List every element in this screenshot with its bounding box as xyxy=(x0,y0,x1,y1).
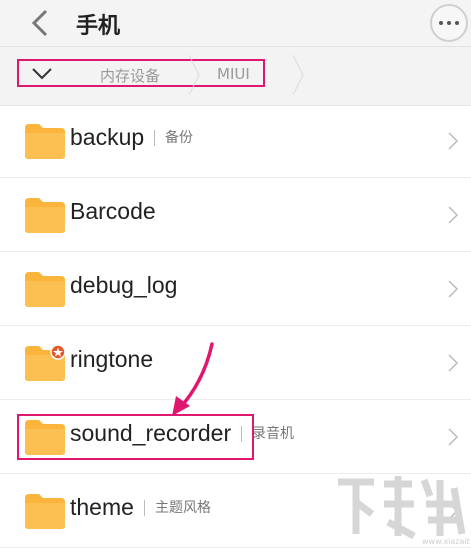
folder-icon xyxy=(25,198,65,233)
breadcrumb-item-miui[interactable]: MIUI xyxy=(217,65,250,83)
chevron-down-icon[interactable] xyxy=(31,67,53,81)
folder-icon xyxy=(25,272,65,307)
file-name: debug_log xyxy=(70,272,178,298)
breadcrumb-separator xyxy=(188,55,200,95)
breadcrumb-separator xyxy=(292,55,304,95)
file-row[interactable]: ringtone xyxy=(0,328,471,400)
file-row[interactable]: debug_log xyxy=(0,254,471,326)
watermark-logo: www.xiazaiba.com xyxy=(338,476,470,546)
file-description: 备份 xyxy=(154,130,193,146)
folder-icon xyxy=(25,124,65,159)
path-bar: 内存设备 MIUI xyxy=(0,47,471,106)
chevron-right-icon xyxy=(448,354,459,372)
chevron-right-icon xyxy=(448,206,459,224)
breadcrumb-item-storage[interactable]: 内存设备 xyxy=(100,65,160,86)
chevron-right-icon xyxy=(448,132,459,150)
file-row[interactable]: Barcode xyxy=(0,180,471,252)
folder-icon xyxy=(25,494,65,529)
file-description: 主题风格 xyxy=(144,500,211,516)
highlight-box xyxy=(17,414,254,460)
file-name: Barcode xyxy=(70,198,156,224)
file-name: backup xyxy=(70,124,145,150)
breadcrumb: 内存设备 MIUI xyxy=(17,55,304,95)
file-name: theme xyxy=(70,494,134,520)
page-title: 手机 xyxy=(76,14,121,39)
more-icon[interactable] xyxy=(430,4,468,42)
annotation-arrow xyxy=(172,342,214,416)
chevron-right-icon xyxy=(448,280,459,298)
file-row[interactable]: backup 备份 xyxy=(0,106,471,178)
folder-icon xyxy=(25,344,66,381)
back-arrow-icon[interactable] xyxy=(26,6,56,40)
watermark-url: www.xiazaiba.com xyxy=(422,537,470,546)
file-name: ringtone xyxy=(70,346,154,372)
title-bar: 手机 xyxy=(0,0,471,47)
chevron-right-icon xyxy=(448,428,459,446)
